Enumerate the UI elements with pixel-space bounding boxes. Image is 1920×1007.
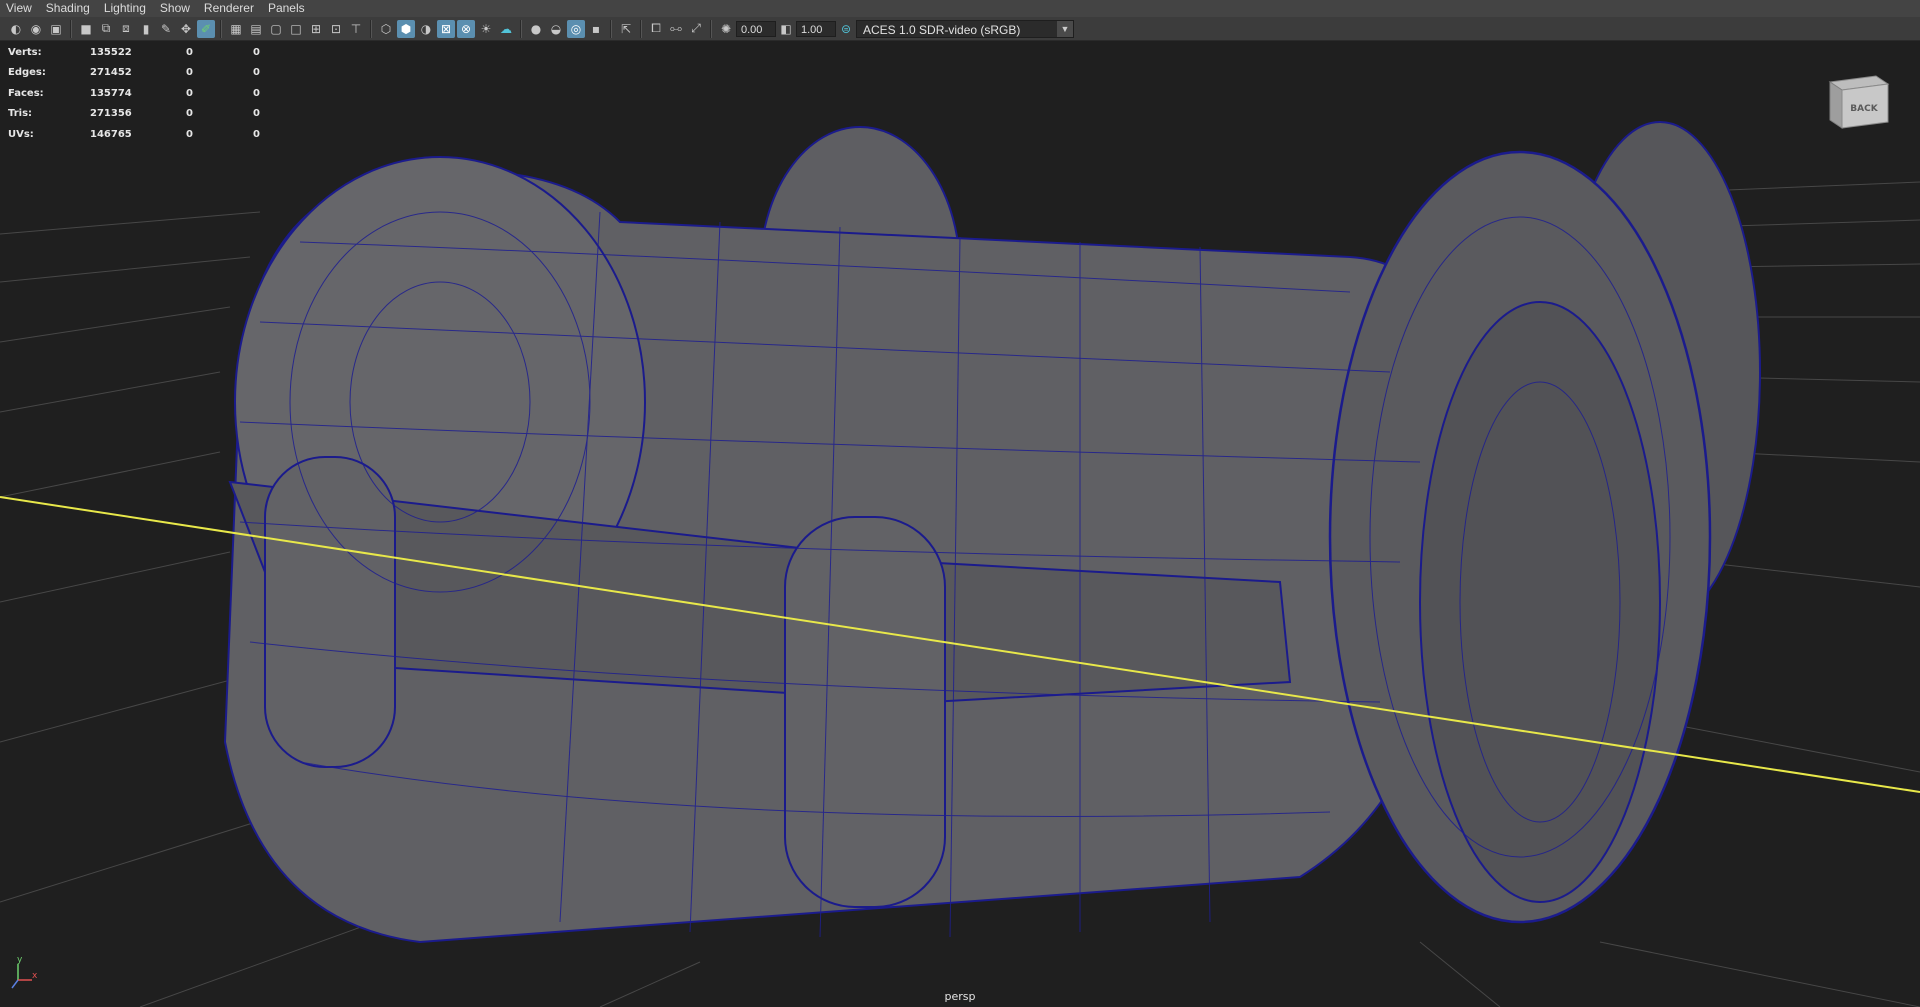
xray-active-components-icon[interactable]: ⧟ bbox=[667, 20, 685, 38]
mesh-model[interactable] bbox=[223, 121, 1761, 944]
2d-pan-zoom-icon[interactable]: ✥ bbox=[177, 20, 195, 38]
viewcube[interactable]: BACK bbox=[1828, 72, 1890, 130]
menu-panels[interactable]: Panels bbox=[262, 0, 313, 17]
safe-action-icon[interactable]: ⊡ bbox=[327, 20, 345, 38]
axis-y-label: y bbox=[17, 955, 23, 965]
gamma-field[interactable]: 1.00 bbox=[796, 20, 836, 37]
exposure-icon[interactable]: ✺ bbox=[717, 20, 735, 38]
toolbar-divider bbox=[220, 19, 222, 38]
3d-viewport[interactable] bbox=[0, 42, 1920, 1007]
wireframe-icon[interactable]: ⬡ bbox=[377, 20, 395, 38]
bookmark-icon[interactable]: ■ bbox=[77, 20, 95, 38]
shadows-icon[interactable]: ☁ bbox=[497, 20, 515, 38]
default-material-icon[interactable]: ◑ bbox=[417, 20, 435, 38]
viewcube-face-label[interactable]: BACK bbox=[1850, 104, 1878, 114]
menu-lighting[interactable]: Lighting bbox=[98, 0, 154, 17]
pin-icon[interactable]: ▮ bbox=[137, 20, 155, 38]
hud-row-verts: Verts: 135522 0 0 bbox=[8, 46, 260, 58]
ambient-occlusion-icon[interactable]: ● bbox=[527, 20, 545, 38]
anti-aliasing-icon[interactable]: ◎ bbox=[567, 19, 585, 38]
hud-row-faces: Faces: 135774 0 0 bbox=[8, 87, 260, 99]
poly-count-hud: Verts: 135522 0 0 Edges: 271452 0 0 Face… bbox=[8, 42, 283, 145]
xray-joints-icon[interactable]: ⧠ bbox=[647, 20, 665, 38]
fit-view-icon[interactable]: ⤢ bbox=[687, 20, 705, 38]
menu-show[interactable]: Show bbox=[154, 0, 198, 17]
exposure-field[interactable]: 0.00 bbox=[736, 20, 776, 37]
toolbar-divider bbox=[370, 19, 372, 38]
color-space-dropdown[interactable]: ACES 1.0 SDR-video (sRGB) ▼ bbox=[856, 19, 1074, 38]
toolbar-divider bbox=[640, 19, 642, 38]
gamma-icon[interactable]: ◧ bbox=[777, 20, 795, 38]
safe-title-icon[interactable]: ⊤ bbox=[347, 20, 365, 38]
field-chart-icon[interactable]: ⊞ bbox=[307, 20, 325, 38]
menu-view[interactable]: View bbox=[0, 0, 40, 17]
depth-of-field-icon[interactable]: ▪ bbox=[587, 20, 605, 38]
image-plane-icon[interactable]: ⧈ bbox=[117, 20, 135, 38]
grease-pencil-icon[interactable]: ✎ bbox=[157, 20, 175, 38]
resolution-gate-icon[interactable]: ▢ bbox=[267, 20, 285, 38]
toolbar-divider bbox=[710, 19, 712, 38]
isolate-select-icon[interactable]: ⇱ bbox=[617, 20, 635, 38]
use-all-lights-icon[interactable]: ☀ bbox=[477, 20, 495, 38]
hud-row-tris: Tris: 271356 0 0 bbox=[8, 108, 260, 120]
hud-row-uvs: UVs: 146765 0 0 bbox=[8, 128, 260, 140]
lock-camera-icon[interactable]: ◉ bbox=[27, 20, 45, 38]
camera-bookmark-icon[interactable]: ⧉ bbox=[97, 20, 115, 38]
color-space-value: ACES 1.0 SDR-video (sRGB) bbox=[863, 22, 1021, 37]
xray-icon[interactable]: ⊗ bbox=[457, 19, 475, 38]
smooth-shade-icon[interactable]: ⬢ bbox=[397, 19, 415, 38]
axis-x-label: x bbox=[32, 971, 38, 981]
pencil-icon[interactable]: ✐ bbox=[197, 19, 215, 38]
hud-row-edges: Edges: 271452 0 0 bbox=[8, 67, 260, 79]
camera-name-label: persp bbox=[944, 990, 976, 1003]
color-management-icon[interactable]: ⊜ bbox=[837, 20, 855, 38]
toolbar-divider bbox=[610, 19, 612, 38]
grid-icon[interactable]: ▦ bbox=[227, 20, 245, 38]
chevron-down-icon[interactable]: ▼ bbox=[1057, 20, 1073, 37]
toolbar-divider bbox=[70, 19, 72, 38]
wireframe-on-shaded-icon[interactable]: ⊠ bbox=[437, 19, 455, 38]
film-gate-icon[interactable]: ▤ bbox=[247, 20, 265, 38]
viewport-toolbar: ◐ ◉ ▣ ■ ⧉ ⧈ ▮ ✎ ✥ ✐ ▦ ▤ ▢ □ ⊞ ⊡ ⊤ ⬡ ⬢ ◑ … bbox=[0, 17, 1920, 41]
gate-mask-icon[interactable]: □ bbox=[287, 20, 305, 38]
menu-shading[interactable]: Shading bbox=[40, 0, 98, 17]
menu-renderer[interactable]: Renderer bbox=[198, 0, 262, 17]
select-camera-icon[interactable]: ◐ bbox=[7, 20, 25, 38]
camera-attributes-icon[interactable]: ▣ bbox=[47, 20, 65, 38]
viewport-menubar: View Shading Lighting Show Renderer Pane… bbox=[0, 0, 1920, 17]
toolbar-divider bbox=[520, 19, 522, 38]
motion-blur-icon[interactable]: ◒ bbox=[547, 20, 565, 38]
